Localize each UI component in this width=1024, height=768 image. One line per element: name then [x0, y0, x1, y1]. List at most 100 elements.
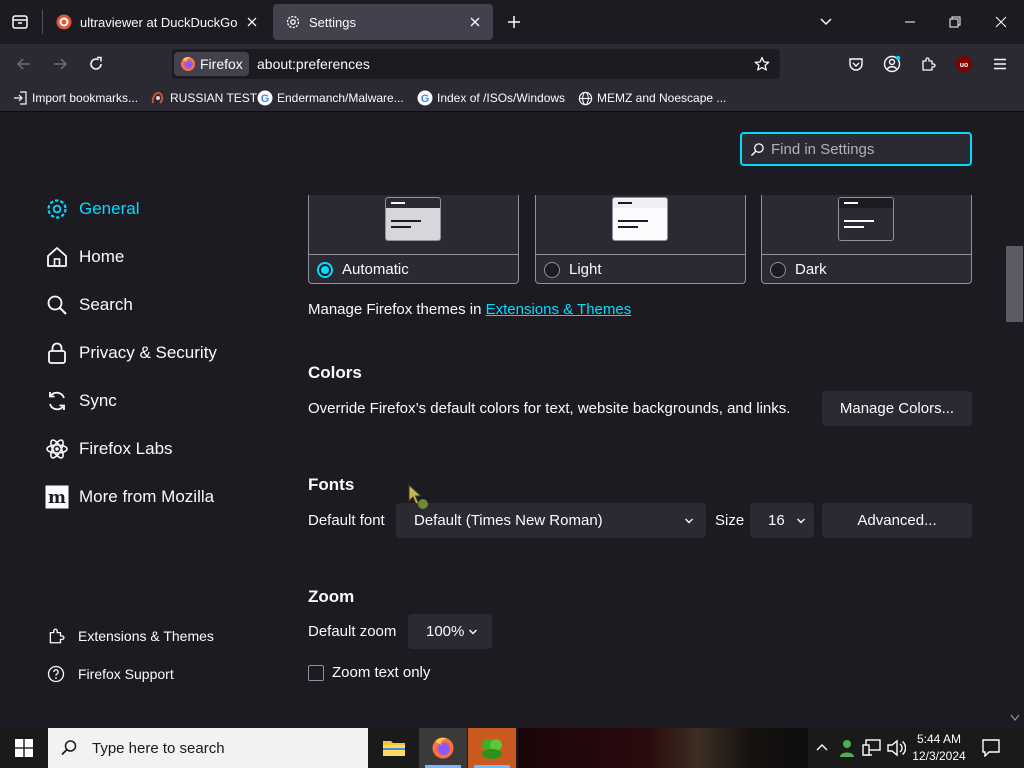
- identity-box[interactable]: Firefox: [174, 52, 249, 76]
- tab-separator: [42, 10, 43, 34]
- account-icon: [883, 55, 901, 73]
- close-icon: [247, 17, 257, 27]
- category-label: Privacy & Security: [79, 343, 217, 362]
- notifications-icon[interactable]: [982, 739, 1000, 757]
- category-privacy-security[interactable]: Privacy & Security: [44, 335, 217, 371]
- tab-settings[interactable]: Settings: [273, 4, 493, 40]
- taskbar-file-explorer[interactable]: [370, 728, 418, 768]
- pocket-button[interactable]: [844, 52, 868, 76]
- list-all-tabs-button[interactable]: [814, 10, 838, 34]
- taskbar-search-placeholder: Type here to search: [92, 739, 225, 757]
- radio-button[interactable]: [770, 261, 786, 278]
- fonts-heading: Fonts: [308, 475, 355, 494]
- start-button[interactable]: [0, 728, 48, 768]
- help-icon: [46, 664, 66, 684]
- default-zoom-label: Default zoom: [308, 623, 397, 640]
- minimize-button[interactable]: [896, 8, 924, 36]
- default-font-select[interactable]: Default (Times New Roman): [396, 503, 706, 538]
- bookmark-endermanch[interactable]: G Endermanch/Malware...: [257, 89, 404, 107]
- url-text[interactable]: about:preferences: [257, 56, 370, 72]
- app-menu-button[interactable]: [988, 52, 1012, 76]
- windows-logo-icon: [15, 739, 33, 757]
- category-label: Search: [79, 295, 133, 314]
- reload-button[interactable]: [84, 52, 108, 76]
- search-input[interactable]: [771, 140, 961, 158]
- taskbar-firefox[interactable]: [419, 728, 467, 768]
- extensions-button[interactable]: [916, 52, 940, 76]
- find-in-settings[interactable]: [740, 132, 972, 166]
- duckduckgo-favicon: [56, 14, 72, 30]
- bookmark-index-isos[interactable]: G Index of /ISOs/Windows: [417, 89, 565, 107]
- search-icon: [750, 142, 764, 156]
- category-search[interactable]: Search: [44, 287, 133, 323]
- category-home[interactable]: Home: [44, 239, 124, 275]
- bookmark-label: Index of /ISOs/Windows: [437, 91, 566, 105]
- advanced-fonts-button[interactable]: Advanced...: [822, 503, 972, 538]
- theme-preview: [536, 195, 745, 255]
- labs-icon: [44, 436, 70, 462]
- zoom-text-only-option[interactable]: Zoom text only: [308, 664, 430, 681]
- forward-button[interactable]: [48, 52, 72, 76]
- colors-heading: Colors: [308, 363, 362, 382]
- bookmark-russian-test[interactable]: RUSSIAN TEST: [150, 89, 257, 107]
- bookmark-star-button[interactable]: [752, 54, 772, 74]
- import-icon: [12, 90, 28, 106]
- checkbox[interactable]: [308, 664, 324, 681]
- category-general[interactable]: General: [44, 191, 139, 227]
- ublock-origin-button[interactable]: uo: [952, 52, 976, 76]
- bookmark-memz[interactable]: MEMZ and Noescape ...: [577, 89, 726, 107]
- chevron-up-icon[interactable]: [816, 742, 828, 752]
- theme-option[interactable]: Light: [544, 261, 602, 278]
- radio-button[interactable]: [317, 261, 333, 278]
- firefox-view-button[interactable]: [8, 10, 32, 34]
- footer-extensions-themes[interactable]: Extensions & Themes: [46, 626, 214, 646]
- scroll-down-arrow-icon[interactable]: [1010, 714, 1020, 722]
- theme-label: Dark: [795, 261, 827, 278]
- theme-card-light[interactable]: Light: [535, 195, 746, 284]
- new-tab-button[interactable]: [502, 10, 526, 34]
- volume-icon[interactable]: [886, 739, 906, 757]
- back-button[interactable]: [12, 52, 36, 76]
- user-tray-icon[interactable]: [838, 738, 856, 758]
- close-window-button[interactable]: [987, 8, 1015, 36]
- tab-title: ultraviewer at DuckDuckGo: [80, 14, 238, 30]
- category-sync[interactable]: Sync: [44, 383, 117, 419]
- account-button[interactable]: [880, 52, 904, 76]
- network-icon[interactable]: [862, 739, 882, 757]
- windows-taskbar: Type here to search 5:44 AM 12/3/2024: [0, 728, 1024, 768]
- taskbar-clock[interactable]: 5:44 AM 12/3/2024: [910, 731, 968, 765]
- theme-option[interactable]: Dark: [770, 261, 827, 278]
- extensions-themes-link[interactable]: Extensions & Themes: [486, 301, 632, 318]
- russian-test-favicon: [150, 90, 166, 106]
- bookmark-label: MEMZ and Noescape ...: [597, 91, 727, 105]
- puzzle-icon: [46, 626, 66, 646]
- close-tab-button[interactable]: [463, 10, 487, 34]
- taskbar-search-box[interactable]: Type here to search: [48, 728, 368, 768]
- chevron-down-icon: [685, 518, 693, 523]
- taskbar-ultraviewer[interactable]: [468, 728, 516, 768]
- footer-firefox-support[interactable]: Firefox Support: [46, 664, 174, 684]
- scrollbar-track[interactable]: [1008, 112, 1024, 728]
- scrollbar-thumb[interactable]: [1006, 246, 1023, 322]
- svg-text:m: m: [48, 488, 66, 508]
- category-more-from-mozilla[interactable]: m More from Mozilla: [44, 479, 214, 515]
- svg-text:uo: uo: [960, 62, 969, 69]
- font-size-select[interactable]: 16: [750, 503, 814, 538]
- url-bar[interactable]: Firefox about:preferences: [172, 49, 780, 79]
- manage-colors-button[interactable]: Manage Colors...: [822, 391, 972, 426]
- default-zoom-select[interactable]: 100%: [408, 614, 492, 649]
- tab-duckduckgo[interactable]: ultraviewer at DuckDuckGo: [44, 4, 270, 40]
- bookmark-import[interactable]: Import bookmarks...: [12, 89, 138, 107]
- globe-icon: [577, 90, 593, 106]
- theme-option[interactable]: Automatic: [317, 261, 409, 278]
- restore-icon: [949, 16, 961, 28]
- busy-cursor-icon: [408, 484, 428, 509]
- close-icon: [470, 17, 480, 27]
- theme-card-automatic[interactable]: Automatic: [308, 195, 519, 284]
- restore-button[interactable]: [941, 8, 969, 36]
- radio-button[interactable]: [544, 261, 560, 278]
- theme-card-dark[interactable]: Dark: [761, 195, 972, 284]
- font-size-label: Size: [715, 512, 745, 529]
- category-firefox-labs[interactable]: Firefox Labs: [44, 431, 173, 467]
- close-tab-button[interactable]: [240, 10, 264, 34]
